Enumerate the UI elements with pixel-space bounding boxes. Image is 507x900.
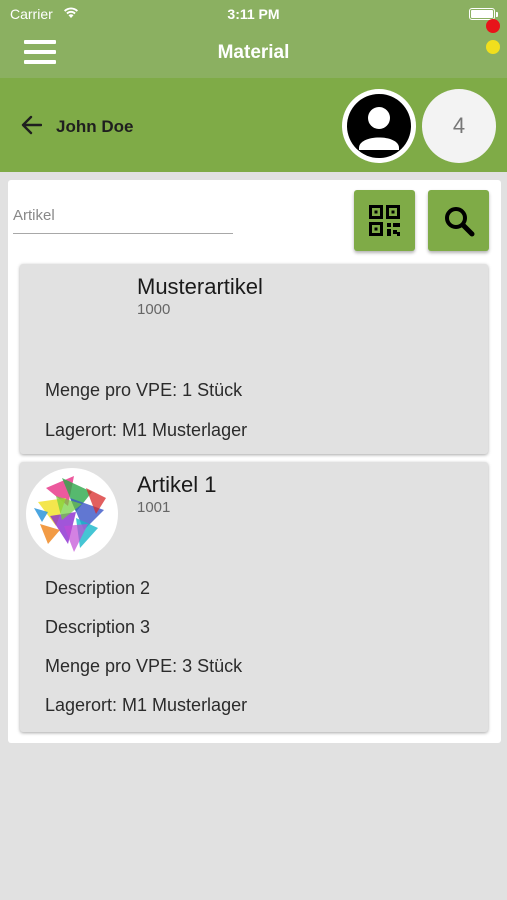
page-title: Material bbox=[217, 42, 290, 63]
article-detail: Menge pro VPE: 3 Stück bbox=[45, 656, 243, 676]
qr-code-icon bbox=[369, 205, 400, 236]
article-number: 1000 bbox=[137, 301, 171, 318]
user-name: John Doe bbox=[56, 117, 134, 136]
article-image-placeholder bbox=[26, 270, 118, 362]
article-name: Musterartikel bbox=[137, 274, 263, 299]
search-icon bbox=[445, 207, 475, 237]
article-detail: Lagerort: M1 Musterlager bbox=[45, 420, 248, 440]
article-number: 1001 bbox=[137, 499, 171, 516]
article-detail: Description 2 bbox=[45, 578, 151, 598]
search-button[interactable] bbox=[428, 190, 489, 251]
article-detail: Menge pro VPE: 1 Stück bbox=[45, 380, 243, 400]
arrow-left-icon[interactable] bbox=[20, 115, 42, 135]
notification-count-button[interactable]: 4 bbox=[422, 89, 496, 163]
material-list-panel: Musterartikel 1000 Menge pro VPE: 1 Stüc… bbox=[8, 180, 501, 743]
nav-bar: Material bbox=[0, 28, 507, 78]
status-indicator-red bbox=[486, 19, 500, 33]
status-indicator-yellow bbox=[486, 40, 500, 54]
qr-scan-button[interactable] bbox=[354, 190, 415, 251]
account-circle-icon bbox=[347, 94, 411, 158]
article-search-input[interactable] bbox=[13, 202, 233, 234]
article-name: Artikel 1 bbox=[137, 472, 217, 497]
user-bar: John Doe 4 bbox=[0, 78, 507, 172]
status-time: 3:11 PM bbox=[227, 6, 280, 22]
status-bar: Carrier 3:11 PM bbox=[0, 0, 507, 28]
avatar-button[interactable] bbox=[342, 89, 416, 163]
article-detail: Lagerort: M1 Musterlager bbox=[45, 695, 248, 715]
article-detail: Description 3 bbox=[45, 617, 151, 637]
article-card[interactable]: Musterartikel 1000 Menge pro VPE: 1 Stüc… bbox=[20, 264, 488, 454]
article-card[interactable]: Artikel 1 1001 Description 2 Description… bbox=[20, 462, 488, 732]
article-image bbox=[26, 468, 118, 560]
